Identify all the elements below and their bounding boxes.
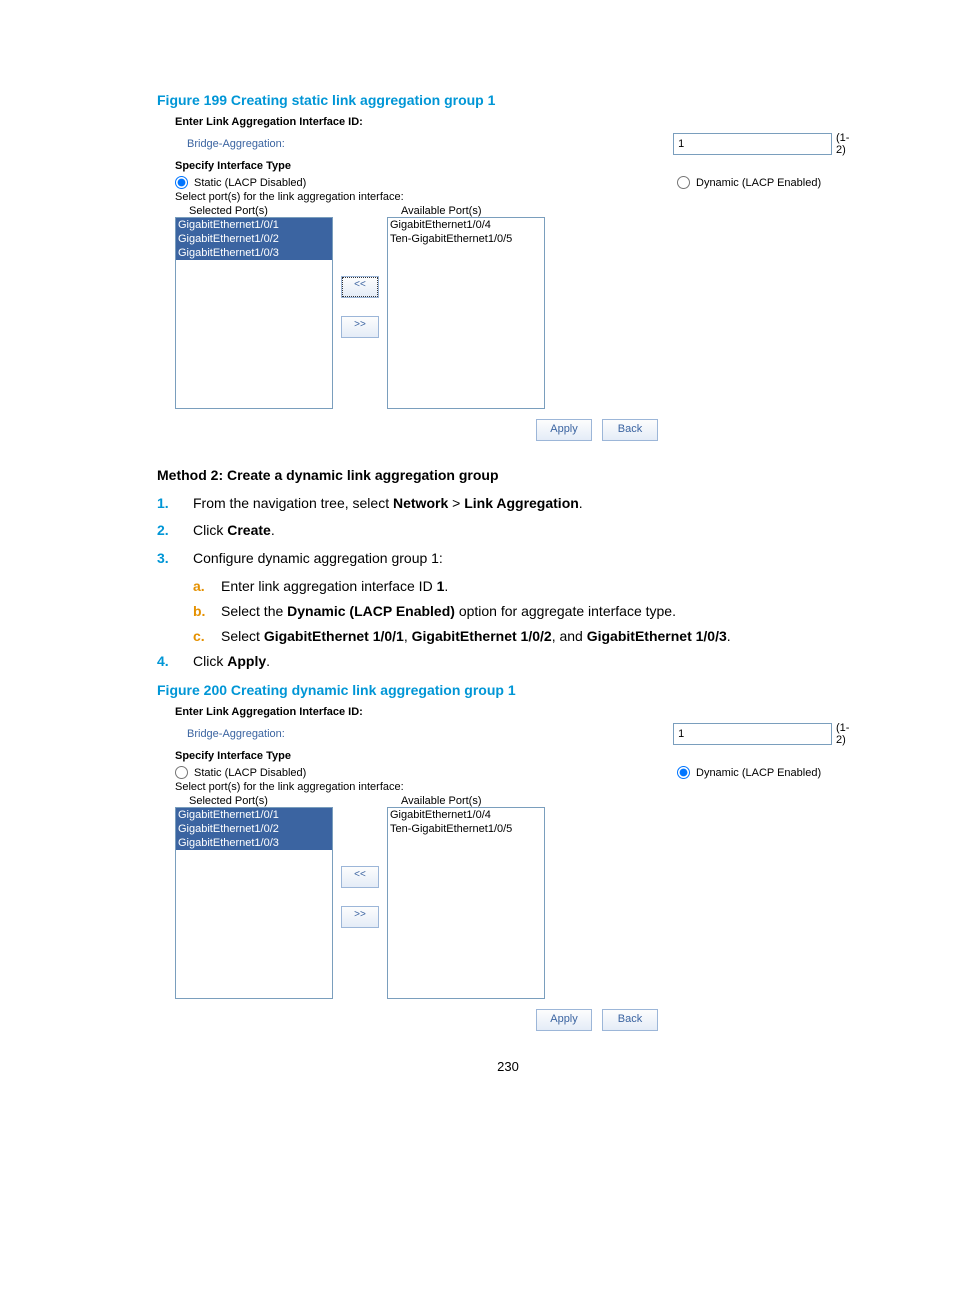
bridge-aggregation-label: Bridge-Aggregation: (175, 728, 673, 740)
dynamic-radio[interactable] (677, 766, 690, 779)
step-3-text: Configure dynamic aggregation group 1: (193, 548, 443, 570)
move-left-button[interactable]: << (341, 866, 379, 888)
selected-ports-list[interactable]: GigabitEthernet1/0/1 GigabitEthernet1/0/… (175, 807, 333, 999)
list-item[interactable]: GigabitEthernet1/0/3 (176, 836, 332, 850)
step-1-text: From the navigation tree, select Network… (193, 493, 583, 515)
step-3b-text: Select the Dynamic (LACP Enabled) option… (221, 601, 676, 622)
list-item[interactable]: Ten-GigabitEthernet1/0/5 (388, 232, 544, 246)
list-item[interactable]: GigabitEthernet1/0/1 (176, 808, 332, 822)
step-number: 1. (157, 493, 193, 515)
move-right-button[interactable]: >> (341, 906, 379, 928)
substep-letter: b. (193, 601, 221, 622)
aggregation-id-input[interactable] (673, 133, 832, 155)
list-item[interactable]: GigabitEthernet1/0/4 (388, 218, 544, 232)
figure-200-caption: Figure 200 Creating dynamic link aggrega… (157, 682, 859, 698)
list-item[interactable]: GigabitEthernet1/0/2 (176, 232, 332, 246)
static-radio[interactable] (175, 176, 188, 189)
apply-button[interactable]: Apply (536, 1009, 592, 1031)
available-ports-header: Available Port(s) (387, 205, 545, 217)
static-label: Static (LACP Disabled) (194, 177, 306, 189)
move-right-button[interactable]: >> (341, 316, 379, 338)
selected-ports-list[interactable]: GigabitEthernet1/0/1 GigabitEthernet1/0/… (175, 217, 333, 409)
step-number: 3. (157, 548, 193, 570)
available-ports-list[interactable]: GigabitEthernet1/0/4 Ten-GigabitEthernet… (387, 807, 545, 999)
apply-button[interactable]: Apply (536, 419, 592, 441)
back-button[interactable]: Back (602, 1009, 658, 1031)
dynamic-radio[interactable] (677, 176, 690, 189)
selected-ports-header: Selected Port(s) (175, 795, 333, 807)
available-ports-list[interactable]: GigabitEthernet1/0/4 Ten-GigabitEthernet… (387, 217, 545, 409)
list-item[interactable]: GigabitEthernet1/0/3 (176, 246, 332, 260)
dynamic-label: Dynamic (LACP Enabled) (696, 177, 821, 189)
step-4-text: Click Apply. (193, 651, 270, 673)
bridge-aggregation-label: Bridge-Aggregation: (175, 138, 673, 150)
step-3a-text: Enter link aggregation interface ID 1. (221, 576, 448, 597)
specify-interface-type-label: Specify Interface Type (175, 160, 859, 172)
move-left-button[interactable]: << (341, 276, 379, 298)
list-item[interactable]: GigabitEthernet1/0/2 (176, 822, 332, 836)
aggregation-id-input[interactable] (673, 723, 832, 745)
step-number: 4. (157, 651, 193, 673)
figure-199-caption: Figure 199 Creating static link aggregat… (157, 92, 859, 108)
select-ports-label: Select port(s) for the link aggregation … (175, 191, 859, 203)
back-button[interactable]: Back (602, 419, 658, 441)
list-item[interactable]: GigabitEthernet1/0/4 (388, 808, 544, 822)
dynamic-label: Dynamic (LACP Enabled) (696, 767, 821, 779)
list-item[interactable]: Ten-GigabitEthernet1/0/5 (388, 822, 544, 836)
substep-letter: c. (193, 626, 221, 647)
select-ports-label: Select port(s) for the link aggregation … (175, 781, 859, 793)
selected-ports-header: Selected Port(s) (175, 205, 333, 217)
page-number: 230 (157, 1059, 859, 1074)
static-radio[interactable] (175, 766, 188, 779)
available-ports-header: Available Port(s) (387, 795, 545, 807)
substep-letter: a. (193, 576, 221, 597)
id-range-hint: (1-2) (832, 132, 859, 156)
enter-id-label: Enter Link Aggregation Interface ID: (175, 706, 859, 718)
list-item[interactable]: GigabitEthernet1/0/1 (176, 218, 332, 232)
static-label: Static (LACP Disabled) (194, 767, 306, 779)
figure-199-form: Enter Link Aggregation Interface ID: Bri… (175, 116, 859, 441)
step-2-text: Click Create. (193, 520, 275, 542)
id-range-hint: (1-2) (832, 722, 859, 746)
figure-200-form: Enter Link Aggregation Interface ID: Bri… (175, 706, 859, 1031)
step-number: 2. (157, 520, 193, 542)
specify-interface-type-label: Specify Interface Type (175, 750, 859, 762)
enter-id-label: Enter Link Aggregation Interface ID: (175, 116, 859, 128)
method-2-heading: Method 2: Create a dynamic link aggregat… (157, 465, 859, 487)
step-3c-text: Select GigabitEthernet 1/0/1, GigabitEth… (221, 626, 731, 647)
